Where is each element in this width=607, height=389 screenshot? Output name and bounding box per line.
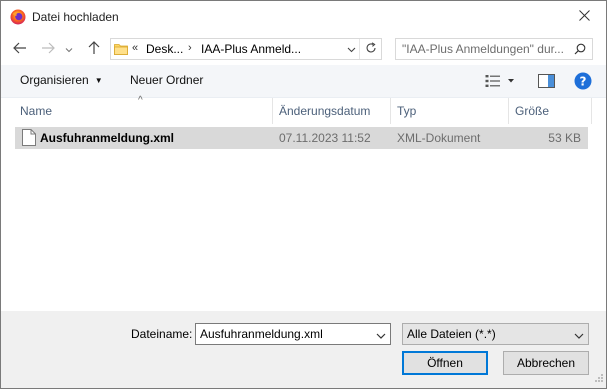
address-dropdown-button[interactable] xyxy=(343,39,359,59)
column-divider[interactable] xyxy=(508,98,509,124)
column-header-row: ^ Name Änderungsdatum Typ Größe xyxy=(1,95,606,124)
dialog-footer: Dateiname: Ausfuhranmeldung.xml Alle Dat… xyxy=(1,311,606,388)
file-type: XML-Dokument xyxy=(397,131,481,145)
help-button[interactable]: ? xyxy=(574,72,592,93)
svg-text:?: ? xyxy=(580,74,587,88)
breadcrumb-desktop[interactable]: Desk... xyxy=(146,42,183,56)
file-modified: 07.11.2023 11:52 xyxy=(279,131,371,145)
file-size: 53 KB xyxy=(548,131,581,145)
close-button[interactable] xyxy=(562,1,606,33)
search-placeholder: "IAA-Plus Anmeldungen" dur... xyxy=(402,42,564,56)
column-divider[interactable] xyxy=(591,98,592,124)
search-icon xyxy=(574,43,586,58)
preview-pane-icon xyxy=(538,74,555,91)
folder-icon xyxy=(114,42,128,56)
column-header-type[interactable]: Typ xyxy=(397,104,416,118)
file-name: Ausfuhranmeldung.xml xyxy=(40,131,175,145)
sort-ascending-icon: ^ xyxy=(138,95,143,106)
title-bar: Datei hochladen xyxy=(1,1,606,33)
file-list: ^ Name Änderungsdatum Typ Größe Ausfuhra… xyxy=(1,95,606,311)
view-options-button[interactable] xyxy=(485,74,515,91)
window-title: Datei hochladen xyxy=(32,10,119,24)
column-divider[interactable] xyxy=(272,98,273,124)
close-icon xyxy=(578,10,590,24)
column-header-modified[interactable]: Änderungsdatum xyxy=(279,104,370,118)
filename-input[interactable]: Ausfuhranmeldung.xml xyxy=(195,323,391,345)
file-icon xyxy=(22,129,36,146)
refresh-button[interactable] xyxy=(359,39,381,59)
up-button[interactable] xyxy=(85,40,103,58)
filename-value: Ausfuhranmeldung.xml xyxy=(200,327,323,341)
preview-pane-button[interactable] xyxy=(538,74,555,91)
up-arrow-icon xyxy=(88,40,100,58)
search-input[interactable]: "IAA-Plus Anmeldungen" dur... xyxy=(395,38,593,60)
navigation-bar: « Desk... › IAA-Plus Anmeld... "IAA-Plus… xyxy=(1,35,606,65)
filetype-value: Alle Dateien (*.*) xyxy=(407,327,496,341)
breadcrumb-current-folder[interactable]: IAA-Plus Anmeld... xyxy=(201,42,301,56)
address-bar[interactable]: « Desk... › IAA-Plus Anmeld... xyxy=(110,38,382,60)
column-header-name[interactable]: Name xyxy=(20,104,52,118)
column-header-size[interactable]: Größe xyxy=(515,104,549,118)
forward-button[interactable] xyxy=(39,40,57,58)
recent-locations-icon xyxy=(65,42,73,56)
view-options-icon xyxy=(485,75,515,91)
forward-arrow-icon xyxy=(41,42,55,57)
filetype-select[interactable]: Alle Dateien (*.*) xyxy=(402,323,589,345)
recent-locations-button[interactable] xyxy=(63,40,75,58)
organize-label: Organisieren xyxy=(20,73,89,87)
breadcrumb-overflow[interactable]: « xyxy=(132,42,138,54)
firefox-icon xyxy=(10,9,26,25)
back-button[interactable] xyxy=(11,40,29,58)
resize-grip-icon[interactable] xyxy=(594,372,604,386)
chevron-down-icon[interactable] xyxy=(376,329,386,343)
chevron-down-icon xyxy=(574,329,584,343)
refresh-icon xyxy=(365,41,377,57)
organize-menu-button[interactable]: Organisieren ▼ xyxy=(20,73,103,87)
file-upload-dialog: Datei hochladen « Desk... › IAA-Plus Anm… xyxy=(0,0,607,389)
command-toolbar: Organisieren ▼ Neuer Ordner ? xyxy=(1,65,606,98)
column-divider[interactable] xyxy=(390,98,391,124)
caret-down-icon: ▼ xyxy=(94,76,103,85)
breadcrumb-separator-icon: › xyxy=(188,42,192,54)
chevron-down-icon xyxy=(347,42,356,56)
cancel-button[interactable]: Abbrechen xyxy=(503,351,589,375)
back-arrow-icon xyxy=(13,42,27,57)
filename-label: Dateiname: xyxy=(131,327,193,341)
new-folder-button[interactable]: Neuer Ordner xyxy=(130,73,203,87)
open-button[interactable]: Öffnen xyxy=(402,351,488,375)
table-row[interactable]: Ausfuhranmeldung.xml 07.11.2023 11:52 XM… xyxy=(15,127,588,149)
help-icon: ? xyxy=(574,72,592,93)
